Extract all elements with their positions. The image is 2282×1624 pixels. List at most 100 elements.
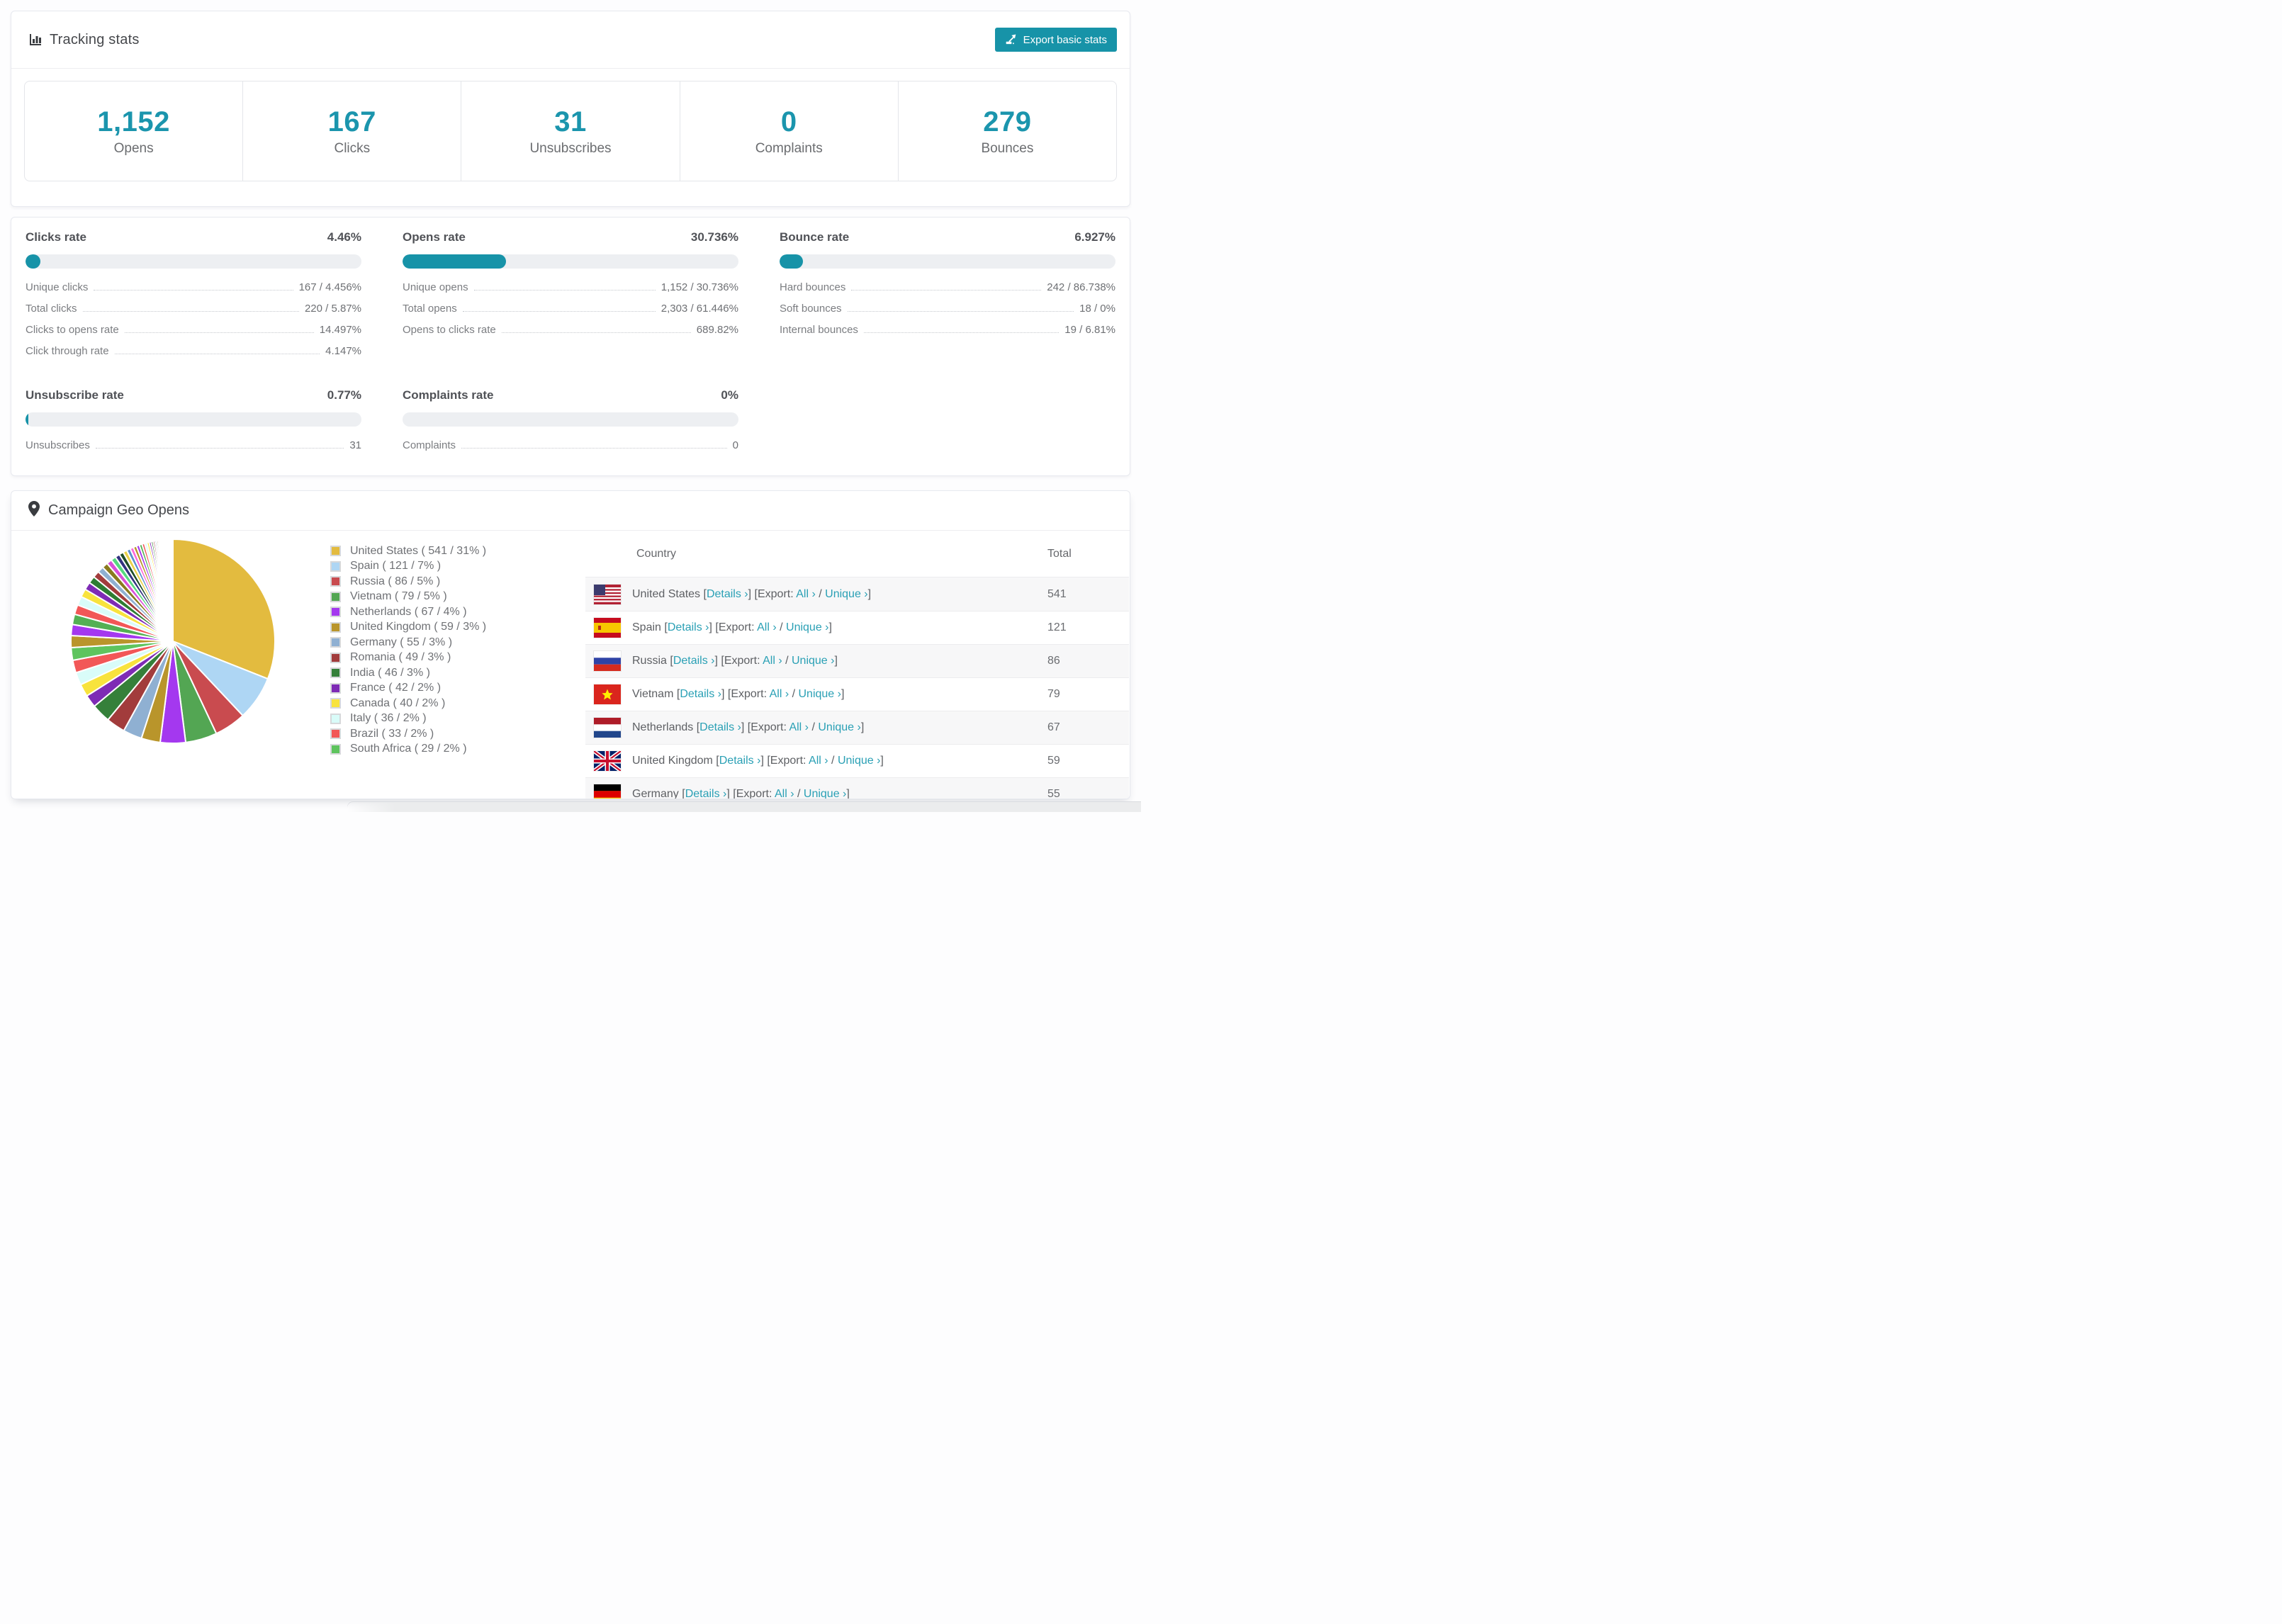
dotted-leader [95,448,344,449]
export-unique-link[interactable]: Unique › [825,588,867,600]
rate-detail-row: Unsubscribes 31 [26,439,361,451]
export-unique-link[interactable]: Unique › [792,655,834,667]
total-cell: 67 [1047,721,1060,733]
progress-bar-fill [403,254,506,269]
export-label: [Export: [754,587,797,600]
details-link[interactable]: Details › [719,755,761,767]
export-label: [Export: [721,655,763,667]
total-cell: 79 [1047,688,1060,700]
rates-row-2: Unsubscribe rate 0.77% Unsubscribes 31 Compl… [26,388,1115,451]
legend-swatch [330,637,341,648]
details-link[interactable]: Details › [707,588,748,600]
details-link[interactable]: Details › [668,621,709,633]
rate-title: Bounce rate [780,230,850,244]
export-unique-link[interactable]: Unique › [838,755,880,767]
rate-detail-row: Unique opens 1,152 / 30.736% [403,281,738,293]
export-all-link[interactable]: All › [763,655,782,667]
rate-block: Unsubscribe rate 0.77% Unsubscribes 31 [26,388,361,451]
stat-label: Complaints [755,140,823,156]
dotted-leader [94,290,293,291]
export-all-link[interactable]: All › [757,621,777,633]
export-label: [Export: [715,621,758,633]
export-label: [Export: [767,755,809,767]
rate-detail-row: Total opens 2,303 / 61.446% [403,303,738,315]
rate-value: 6.927% [1074,230,1115,244]
details-link[interactable]: Details › [699,721,741,733]
rate-title: Unsubscribe rate [26,388,124,402]
rate-detail-rows: Unsubscribes 31 [26,439,361,451]
progress-bar [403,412,738,427]
progress-bar [780,254,1115,269]
export-all-link[interactable]: All › [775,788,794,799]
country-column-header: Country [636,547,677,560]
country-cell: Spain [Details ›] [Export: All › / Uniqu… [632,621,832,633]
legend-item: Italy ( 36 / 2% ) [330,711,486,727]
export-all-link[interactable]: All › [796,588,816,600]
de-flag-icon [594,784,621,799]
details-link[interactable]: Details › [673,655,715,667]
legend-swatch [330,560,341,572]
country-name: Germany [632,788,682,799]
stats-summary-box: 1,152 Opens 167 Clicks 31 Unsubscribes 0 Compla… [24,81,1117,181]
country-name: United Kingdom [632,755,716,767]
rate-head: Unsubscribe rate 0.77% [26,388,361,402]
details-link[interactable]: Details › [685,788,727,799]
country-name: United States [632,587,704,600]
country-cell: United Kingdom [Details ›] [Export: All … [632,755,884,767]
legend-label: United States ( 541 / 31% ) [350,544,487,557]
export-label: [Export: [733,788,775,799]
rate-detail-row: Soft bounces 18 / 0% [780,303,1115,315]
table-row: Russia [Details ›] [Export: All › / Uniq… [585,644,1129,677]
legend-label: Russia ( 86 / 5% ) [350,575,441,587]
export-unique-link[interactable]: Unique › [786,621,828,633]
dotted-leader [847,311,1074,312]
detail-value: 689.82% [696,324,738,336]
rate-block: Clicks rate 4.46% Unique clicks 167 / 4.456… [26,230,361,357]
legend-swatch [330,682,341,694]
legend-swatch [330,698,341,709]
rate-detail-row: Unique clicks 167 / 4.456% [26,281,361,293]
export-unique-link[interactable]: Unique › [799,688,841,700]
total-cell: 55 [1047,788,1060,799]
export-unique-link[interactable]: Unique › [804,788,846,799]
export-all-link[interactable]: All › [770,688,789,700]
export-unique-link[interactable]: Unique › [818,721,860,733]
nl-flag-icon [594,718,621,738]
rate-detail-rows: Complaints 0 [403,439,738,451]
es-flag-icon [594,618,621,638]
legend-swatch [330,728,341,740]
legend-swatch [330,713,341,724]
dotted-leader [473,290,656,291]
vn-flag-icon [594,684,621,704]
export-basic-stats-button[interactable]: Export basic stats [994,28,1117,52]
stat-value: 0 [780,106,797,137]
detail-value: 31 [349,439,361,451]
rates-card: Clicks rate 4.46% Unique clicks 167 / 4.456… [11,217,1130,476]
legend-label: Vietnam ( 79 / 5% ) [350,590,447,603]
detail-label: Total opens [403,303,457,315]
details-link[interactable]: Details › [680,688,721,700]
table-row: United States [Details ›] [Export: All ›… [585,577,1129,611]
legend-swatch [330,743,341,755]
country-name: Spain [632,621,665,633]
export-button-label: Export basic stats [1023,33,1107,46]
rate-head: Opens rate 30.736% [403,230,738,244]
geo-opens-pie-chart [69,538,276,744]
rate-head: Bounce rate 6.927% [780,230,1115,244]
progress-bar [403,254,738,269]
total-cell: 541 [1047,587,1067,600]
stat-value: 279 [983,106,1032,137]
progress-bar-fill [26,254,41,269]
detail-label: Hard bounces [780,281,846,293]
table-row: Netherlands [Details ›] [Export: All › /… [585,711,1129,744]
detail-label: Soft bounces [780,303,842,315]
rate-head: Complaints rate 0% [403,388,738,402]
legend-label: Germany ( 55 / 3% ) [350,636,453,648]
export-all-link[interactable]: All › [789,721,809,733]
page-title: Tracking stats [28,32,140,48]
rate-detail-row: Total clicks 220 / 5.87% [26,303,361,315]
export-all-link[interactable]: All › [809,755,828,767]
export-label: [Export: [727,688,770,700]
detail-label: Internal bounces [780,324,858,336]
country-name: Netherlands [632,721,697,733]
